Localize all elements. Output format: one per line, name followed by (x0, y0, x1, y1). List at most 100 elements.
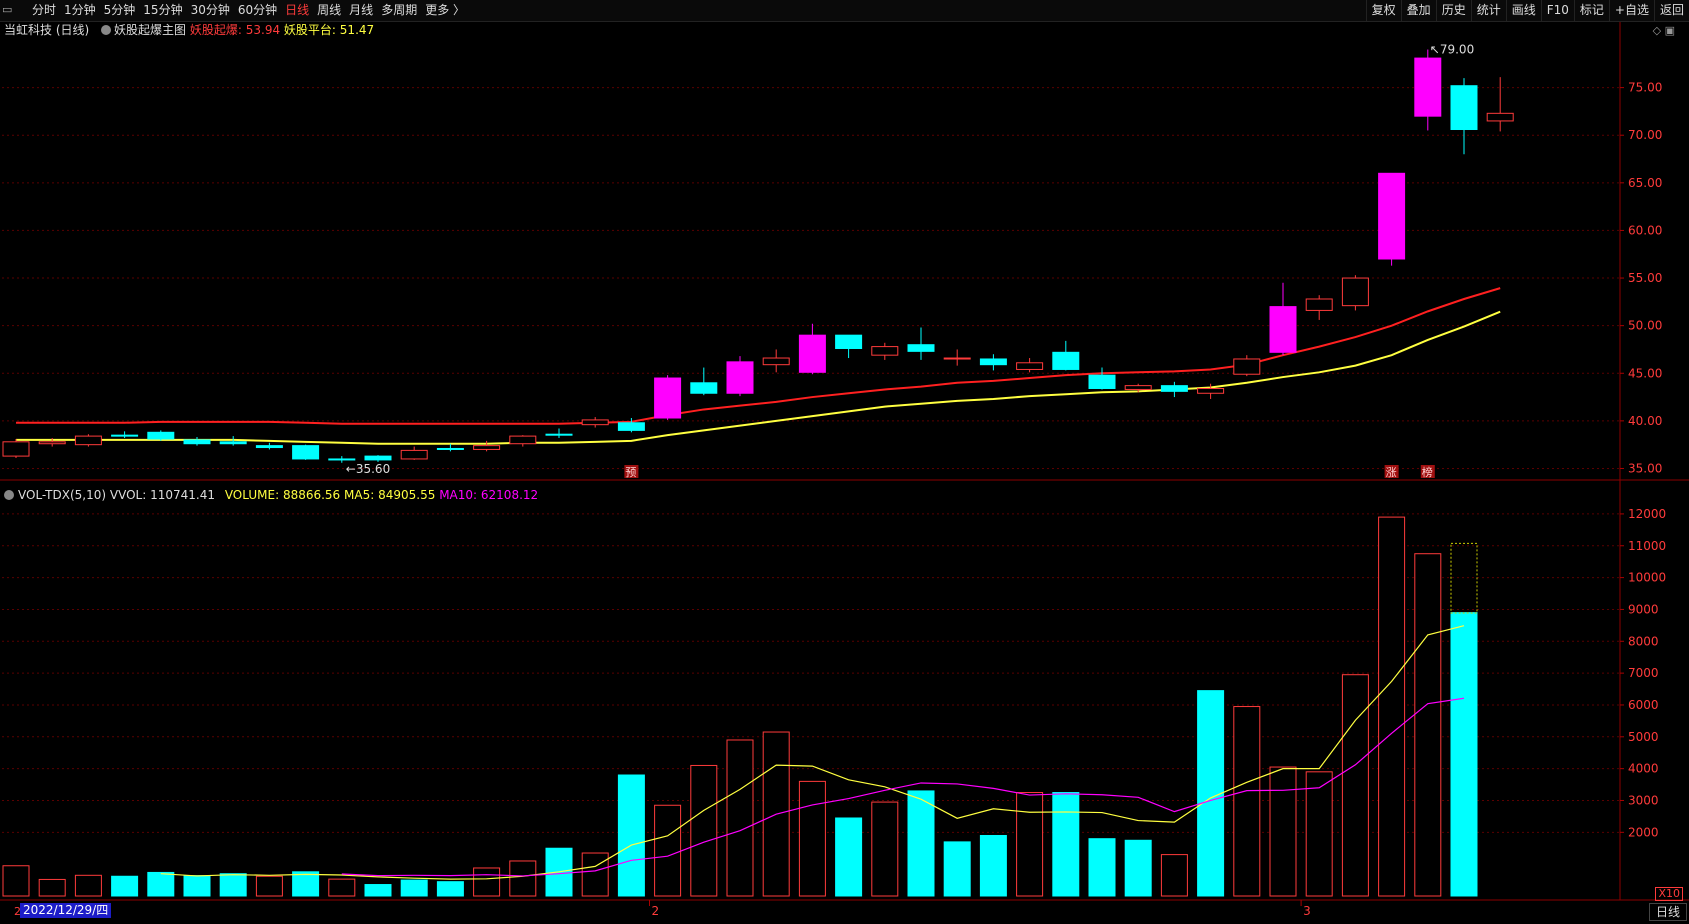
volume-bar (436, 881, 464, 897)
volume-bar (943, 841, 971, 897)
volume-tick-label: 2000 (1628, 825, 1659, 839)
volume-bar (219, 873, 247, 897)
volume-bar (1450, 612, 1478, 897)
volume-bar (473, 867, 501, 897)
price-tick-label: 60.00 (1628, 223, 1662, 237)
volume-bar (364, 884, 392, 897)
candle-body (1233, 358, 1261, 375)
candle-body (726, 361, 754, 394)
candle-body (871, 346, 899, 356)
volume-bar (1088, 838, 1116, 897)
volume-tick-label: 5000 (1628, 730, 1659, 744)
candle-body (255, 445, 283, 449)
candle-body (219, 441, 247, 445)
candle-body (1341, 277, 1369, 307)
month-label: 2 (652, 904, 660, 918)
candle-body (364, 455, 392, 461)
volume-bar (617, 774, 645, 897)
price-tick-label: 70.00 (1628, 128, 1662, 142)
candle-body (1269, 306, 1297, 353)
volume-bar (1016, 792, 1044, 897)
volume-tick-label: 9000 (1628, 602, 1659, 616)
volume-bar (581, 852, 609, 897)
candle-body (907, 344, 935, 352)
volume-tick-label: 7000 (1628, 666, 1659, 680)
event-marker-label: 涨 (1386, 466, 1397, 479)
volume-tick-label: 12000 (1628, 507, 1666, 521)
candle-body (545, 433, 573, 436)
volume-bar (111, 875, 139, 897)
volume-bar (147, 871, 175, 897)
chart-canvas[interactable]: 75.00 70.00 65.00 60.00 55.00 50.00 45.00 40.00… (0, 0, 1689, 924)
price-tick-label: 50.00 (1628, 319, 1662, 333)
candle-body (1124, 385, 1152, 390)
volume-bar (1124, 839, 1152, 897)
volume-bar (328, 878, 356, 897)
volume-bar (979, 835, 1007, 897)
cursor-date: 2022/12/29/四 (20, 903, 112, 918)
candle-body (943, 357, 971, 360)
price-tick-label: 55.00 (1628, 271, 1662, 285)
volume-tick-label: 8000 (1628, 634, 1659, 648)
volume-bar (1341, 674, 1369, 897)
price-tick-label: 40.00 (1628, 414, 1662, 428)
volume-bar (726, 739, 754, 897)
volume-bar (1233, 706, 1261, 897)
volume-bar (509, 860, 537, 897)
volume-bar (255, 875, 283, 897)
candle-body (509, 435, 537, 445)
volume-bar (654, 804, 682, 897)
candle-body (617, 422, 645, 431)
volume-bar (1305, 771, 1333, 897)
candle-body (1305, 298, 1333, 311)
volume-bar (74, 874, 102, 897)
candle-body (1450, 85, 1478, 131)
volume-bar (835, 817, 863, 897)
candle-body (111, 434, 139, 437)
candle-body (1378, 172, 1406, 260)
candle-body (1197, 387, 1225, 394)
price-tick-label: 65.00 (1628, 176, 1662, 190)
volume-bar (690, 764, 718, 897)
candle-body (183, 439, 211, 445)
footer-period[interactable]: 日线 (1648, 903, 1687, 921)
candle-body (2, 441, 30, 457)
candle-body (835, 334, 863, 350)
price-tick-label: 45.00 (1628, 366, 1662, 380)
candle-body (762, 357, 790, 366)
month-label: 3 (1303, 904, 1311, 918)
candle-body (473, 445, 501, 450)
projected-volume-bar (1450, 542, 1478, 614)
volume-bar (292, 871, 320, 897)
candle-body (74, 435, 102, 446)
candle-body (436, 447, 464, 450)
volume-tick-label: 6000 (1628, 698, 1659, 712)
low-price-label: ←35.60 (346, 462, 390, 476)
volume-bar (1197, 690, 1225, 897)
candle-body (1016, 362, 1044, 370)
candle-body (1414, 57, 1442, 117)
candle-body (147, 431, 175, 440)
event-marker-label: 榜 (1422, 465, 1433, 479)
candle-body (1088, 374, 1116, 389)
candle-body (328, 458, 356, 461)
candle-body (654, 377, 682, 419)
volume-bar (907, 790, 935, 897)
volume-bar (1378, 516, 1406, 897)
volume-bar (1269, 766, 1297, 897)
candle-body (1160, 385, 1188, 392)
price-tick-label: 35.00 (1628, 461, 1662, 475)
volume-unit-badge: X10 (1655, 887, 1683, 901)
candle-body (400, 449, 428, 460)
high-price-label: ↖79.00 (1430, 43, 1474, 57)
volume-tick-label: 3000 (1628, 793, 1659, 807)
volume-bar (798, 780, 826, 897)
volume-tick-label: 10000 (1628, 571, 1666, 585)
candle-body (1052, 351, 1080, 370)
candle-body (690, 382, 718, 394)
candle-body (292, 445, 320, 460)
candle-body (979, 358, 1007, 366)
volume-bar (1414, 553, 1442, 897)
volume-bar (183, 875, 211, 897)
volume-bar (1052, 792, 1080, 897)
